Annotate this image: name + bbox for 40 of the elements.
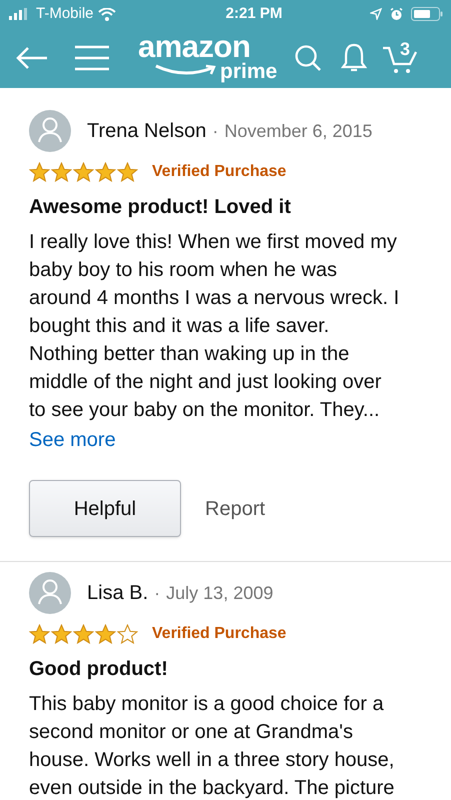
review-text: I really love this! When we first moved my baby boy to his room when he was around 4 months I was a nervous wreck. I bought this and it was a life saver. Nothing better than waking up in the middle of the night and just looking over to see your baby on the monitor. They...: [29, 230, 400, 423]
filled-star-icon: [51, 624, 72, 644]
reviewer-name: Trena Nelson: [87, 119, 206, 144]
carrier-name: T-Mobile: [36, 4, 94, 24]
bell-icon: [341, 43, 367, 73]
battery-icon: [411, 7, 443, 21]
avatar-icon: [29, 110, 71, 152]
filled-star-icon: [95, 624, 116, 644]
alarm-clock-icon: [390, 8, 403, 20]
review-date: July 13, 2009: [166, 582, 274, 605]
filled-star-icon: [29, 162, 50, 182]
helpful-button[interactable]: Helpful: [29, 480, 181, 537]
filled-star-icon: [117, 162, 138, 182]
separator-dot: ·: [212, 120, 218, 143]
avatar-icon: [29, 572, 71, 614]
filled-star-icon: [51, 162, 72, 182]
filled-star-icon: [29, 624, 50, 644]
menu-icon: [74, 45, 110, 71]
cart-icon: [382, 44, 418, 74]
filled-star-icon: [73, 624, 94, 644]
review-date: November 6, 2015: [224, 120, 372, 143]
review-title: Awesome product! Loved it: [29, 195, 292, 220]
review-title: Good product!: [29, 657, 169, 682]
reviewer-name: Lisa B.: [87, 581, 148, 606]
status-time: 2:21 PM: [224, 4, 284, 24]
search-icon: [294, 44, 322, 72]
logo-wordmark: amazon: [138, 34, 250, 60]
back-arrow-icon: [16, 46, 48, 70]
verified-purchase-label: Verified Purchase: [152, 162, 286, 182]
filled-star-icon: [73, 162, 94, 182]
review-text: This baby monitor is a good choice for a second monitor or one at Grandma's house. Works well in a three story house, even outside in the backyard. The picture: [29, 692, 396, 800]
separator-dot: ·: [154, 582, 160, 605]
cart-count: 3: [400, 38, 410, 61]
verified-purchase-label: Verified Purchase: [152, 624, 286, 644]
see-more-link[interactable]: See more: [29, 426, 116, 454]
location-arrow-icon: [370, 8, 382, 20]
wifi-icon: [98, 8, 116, 20]
report-link[interactable]: Report: [205, 494, 266, 524]
logo-subtitle: prime: [220, 59, 278, 85]
filled-star-icon: [95, 162, 116, 182]
